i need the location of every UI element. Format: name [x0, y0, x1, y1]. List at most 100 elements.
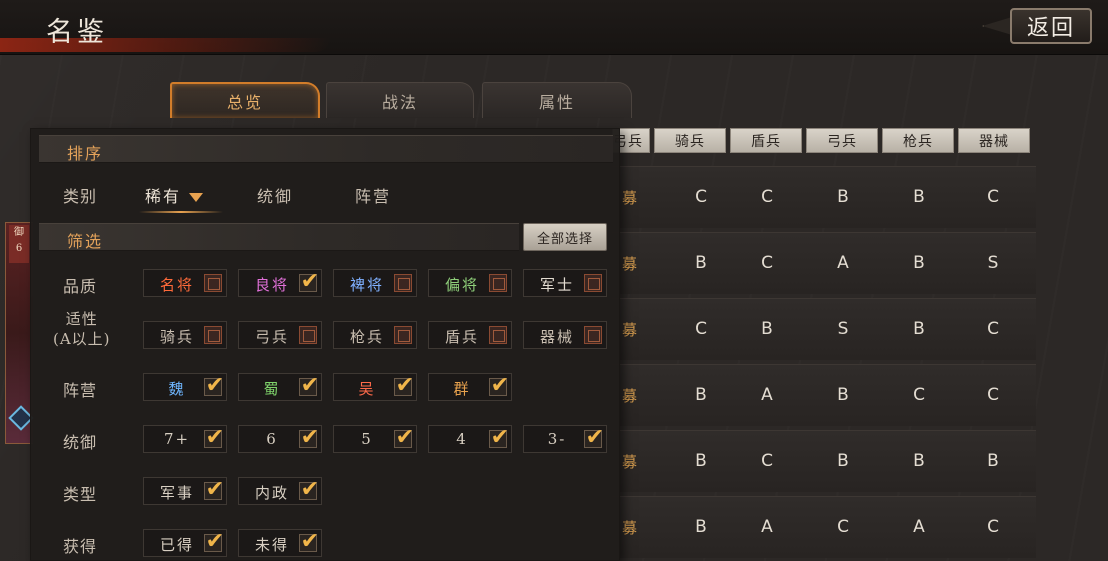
filter-option[interactable]: 良将 ✔ — [238, 269, 322, 297]
table-cell-grade: A — [761, 385, 773, 405]
checkbox-unchecked[interactable] — [489, 274, 507, 292]
filter-option-label: 未得 — [254, 536, 289, 554]
filter-option-label: 7+ — [163, 430, 191, 448]
checkmark-icon: ✔ — [300, 529, 319, 554]
table-cell-grade: B — [837, 187, 849, 207]
filter-row-label: 获得 — [63, 537, 98, 556]
back-button[interactable]: 返回 — [982, 8, 1094, 44]
filter-option[interactable]: 偏将 — [428, 269, 512, 297]
checkmark-icon: ✔ — [205, 477, 224, 502]
table-header-archer[interactable]: 弓兵 — [806, 128, 878, 153]
filter-option[interactable]: 弓兵 — [238, 321, 322, 349]
tab-overview[interactable]: 总览 — [170, 82, 320, 118]
table-row[interactable]: 募BABCC — [612, 364, 1036, 426]
table-row[interactable]: 募BCBBB — [612, 430, 1036, 492]
filter-option-label: 蜀 — [263, 380, 281, 398]
table-cell-grade: B — [695, 451, 707, 471]
table-cell-grade: C — [987, 319, 999, 339]
table-row[interactable]: 募CCBBC — [612, 166, 1036, 228]
checkmark-icon: ✔ — [395, 425, 414, 450]
filter-option[interactable]: 6 ✔ — [238, 425, 322, 453]
filter-option[interactable]: 吴 ✔ — [333, 373, 417, 401]
sort-option-rarity[interactable]: 稀有 — [145, 183, 204, 207]
filter-option-label: 偏将 — [444, 276, 479, 294]
filter-option[interactable]: 器械 — [523, 321, 607, 349]
filter-option[interactable]: 3- ✔ — [523, 425, 607, 453]
filter-option[interactable]: 名将 — [143, 269, 227, 297]
table-header-siege[interactable]: 器械 — [958, 128, 1030, 153]
filter-option[interactable]: 盾兵 — [428, 321, 512, 349]
filter-section-header: 筛选 — [39, 223, 519, 251]
filter-option[interactable]: 骑兵 — [143, 321, 227, 349]
filter-option-label: 军事 — [159, 484, 194, 502]
filter-row-label: 适性 (A以上) — [53, 309, 111, 349]
filter-option[interactable]: 群 ✔ — [428, 373, 512, 401]
checkbox-unchecked[interactable] — [584, 274, 602, 292]
table-cell-grade: B — [695, 517, 707, 537]
filter-section-label: 筛选 — [67, 232, 104, 251]
tab-tactics[interactable]: 战法 — [326, 82, 474, 118]
checkmark-icon: ✔ — [395, 373, 414, 398]
sort-option-faction[interactable]: 阵营 — [355, 183, 391, 207]
filter-option-label: 已得 — [159, 536, 194, 554]
filter-option[interactable]: 枪兵 — [333, 321, 417, 349]
tab-attributes[interactable]: 属性 — [482, 82, 632, 118]
filter-option[interactable]: 蜀 ✔ — [238, 373, 322, 401]
checkmark-icon: ✔ — [300, 269, 319, 294]
filter-option-label: 枪兵 — [349, 328, 384, 346]
table-header-cavalry[interactable]: 骑兵 — [654, 128, 726, 153]
sort-category-label: 类别 — [63, 187, 98, 206]
row-recruit-label: 募 — [622, 189, 638, 207]
general-card[interactable]: 御 6 — [5, 222, 34, 444]
filter-row-label-line2: (A以上) — [53, 330, 111, 348]
filter-option-label: 5 — [361, 430, 373, 448]
filter-option[interactable]: 魏 ✔ — [143, 373, 227, 401]
checkbox-unchecked[interactable] — [204, 326, 222, 344]
table-header-spear[interactable]: 枪兵 — [882, 128, 954, 153]
filter-option[interactable]: 未得 ✔ — [238, 529, 322, 557]
cost-badge: 御 6 — [9, 225, 29, 263]
filter-option[interactable]: 4 ✔ — [428, 425, 512, 453]
filter-option-label: 弓兵 — [254, 328, 289, 346]
filter-option-label: 器械 — [539, 328, 574, 346]
checkbox-unchecked[interactable] — [394, 274, 412, 292]
filter-option[interactable]: 5 ✔ — [333, 425, 417, 453]
filter-option-label: 魏 — [168, 380, 186, 398]
filter-option[interactable]: 裨将 — [333, 269, 417, 297]
filter-option[interactable]: 内政 ✔ — [238, 477, 322, 505]
filter-option[interactable]: 7+ ✔ — [143, 425, 227, 453]
table-cell-grade: B — [987, 451, 999, 471]
sort-option-command[interactable]: 统御 — [257, 183, 293, 207]
table-header-shield[interactable]: 盾兵 — [730, 128, 802, 153]
filter-option[interactable]: 军事 ✔ — [143, 477, 227, 505]
filter-option[interactable]: 军士 — [523, 269, 607, 297]
filter-option-label: 名将 — [159, 276, 194, 294]
checkbox-unchecked[interactable] — [394, 326, 412, 344]
chevron-down-icon — [189, 193, 204, 202]
table-cell-grade: B — [913, 253, 925, 273]
table-cell-grade: C — [761, 451, 773, 471]
select-all-button[interactable]: 全部选择 — [523, 223, 607, 251]
checkbox-unchecked[interactable] — [489, 326, 507, 344]
checkbox-unchecked[interactable] — [204, 274, 222, 292]
table-row[interactable]: 募CBSBC — [612, 298, 1036, 360]
checkmark-icon: ✔ — [585, 425, 604, 450]
filter-option[interactable]: 已得 ✔ — [143, 529, 227, 557]
filter-row-label: 阵营 — [63, 381, 98, 400]
sort-section-header: 排序 — [39, 135, 613, 163]
table-row[interactable]: 募BACAC — [612, 496, 1036, 558]
checkmark-icon: ✔ — [300, 425, 319, 450]
cost-badge-value: 6 — [15, 243, 23, 254]
table-cell-grade: B — [913, 187, 925, 207]
checkbox-unchecked[interactable] — [584, 326, 602, 344]
filter-option-label: 吴 — [358, 380, 376, 398]
checkmark-icon: ✔ — [205, 425, 224, 450]
checkbox-unchecked[interactable] — [299, 326, 317, 344]
table-cell-grade: A — [761, 517, 773, 537]
table-row[interactable]: 募BCABS — [612, 232, 1036, 294]
filter-option-label: 军士 — [539, 276, 574, 294]
filter-option-label: 6 — [266, 430, 278, 448]
table-cell-grade: A — [837, 253, 849, 273]
checkmark-icon: ✔ — [300, 373, 319, 398]
filter-option-label: 良将 — [254, 276, 289, 294]
